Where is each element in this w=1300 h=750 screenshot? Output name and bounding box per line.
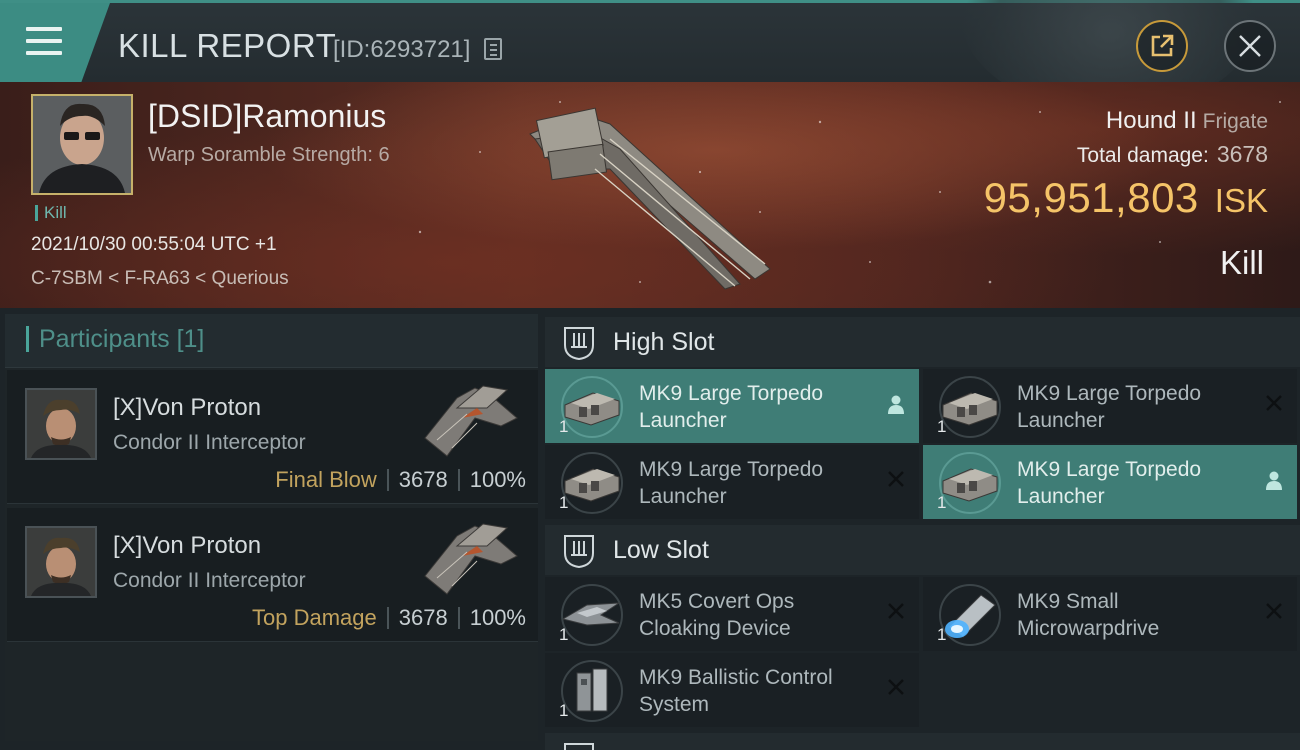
participant-ship-image xyxy=(424,523,518,595)
victim-ship-name[interactable]: Hound II xyxy=(1106,107,1197,134)
close-icon[interactable] xyxy=(1265,394,1283,412)
module-item[interactable]: 1 MK9 Large Torpedo Launcher xyxy=(545,445,919,519)
person-icon[interactable] xyxy=(887,394,905,414)
mid-slot-header xyxy=(545,733,1300,750)
participants-panel: Participants [1] [X]Von Proton Condor II… xyxy=(5,314,538,741)
mid-slot-icon xyxy=(564,743,594,750)
module-quantity: 1 xyxy=(559,701,569,720)
module-item[interactable]: 1 MK9 Large Torpedo Launcher xyxy=(923,445,1297,519)
victim-avatar[interactable] xyxy=(31,94,133,195)
victim-ship-class: Frigate xyxy=(1202,110,1268,133)
page-title: KILL REPORT xyxy=(118,27,337,64)
low-slot-header: Low Slot xyxy=(545,525,1300,575)
participant-percent: 100% xyxy=(469,467,526,492)
victim-pilot-name[interactable]: [DSID]Ramonius xyxy=(148,98,386,135)
warp-scramble-strength: Warp Soramble Strength: 6 xyxy=(148,144,390,166)
module-quantity: 1 xyxy=(559,625,569,644)
divider xyxy=(386,469,389,491)
kill-location: C-7SBM < F-RA63 < Querious xyxy=(31,268,289,289)
share-button[interactable] xyxy=(1136,20,1188,72)
participant-stats: Final Blow 3678 100% xyxy=(275,467,526,493)
participant-card[interactable]: [X]Von Proton Condor II Interceptor Top … xyxy=(7,508,538,642)
close-icon[interactable] xyxy=(887,678,905,696)
module-quantity: 1 xyxy=(937,625,947,644)
participant-card[interactable]: [X]Von Proton Condor II Interceptor Fina… xyxy=(7,370,538,504)
low-slot-icon xyxy=(564,535,594,569)
divider xyxy=(457,469,460,491)
participant-role: Final Blow xyxy=(275,467,377,492)
module-name: MK9 Ballistic Control System xyxy=(639,666,833,716)
participant-avatar[interactable] xyxy=(25,388,97,460)
low-slot-label: Low Slot xyxy=(613,536,709,564)
victim-ship: Hound II Frigate xyxy=(1106,107,1268,135)
module-quantity: 1 xyxy=(559,493,569,512)
total-damage-line: Total damage: 3678 xyxy=(1077,141,1268,168)
menu-tab[interactable] xyxy=(0,3,110,82)
module-name: MK9 Large Torpedo Launcher xyxy=(639,382,824,432)
kill-tag: Kill xyxy=(35,204,67,221)
module-quantity: 1 xyxy=(559,417,569,436)
isk-unit: ISK xyxy=(1214,182,1268,219)
share-icon xyxy=(1151,34,1174,57)
module-name: MK9 Large Torpedo Launcher xyxy=(1017,382,1202,432)
participant-ship-image xyxy=(424,385,518,457)
isk-amount: 95,951,803 xyxy=(983,174,1199,221)
module-quantity: 1 xyxy=(937,417,947,436)
close-icon[interactable] xyxy=(887,470,905,488)
divider xyxy=(386,607,389,629)
participants-count: [1] xyxy=(176,325,205,353)
module-item[interactable]: 1 MK5 Covert Ops Cloaking Device xyxy=(545,577,919,651)
module-name: MK9 Large Torpedo Launcher xyxy=(639,458,824,508)
hamburger-menu-icon[interactable] xyxy=(26,27,62,57)
module-item[interactable]: 1 MK9 Large Torpedo Launcher xyxy=(545,369,919,443)
participant-ship: Condor II Interceptor xyxy=(113,569,306,592)
person-icon[interactable] xyxy=(1265,470,1283,490)
high-slot-icon xyxy=(564,327,594,361)
module-item[interactable]: 1 MK9 Ballistic Control System xyxy=(545,653,919,727)
participant-avatar[interactable] xyxy=(25,526,97,598)
close-button[interactable] xyxy=(1224,20,1276,72)
victim-ship-image xyxy=(529,107,771,290)
module-name: MK9 Small Microwarpdrive xyxy=(1017,590,1160,640)
victim-banner: [DSID]Ramonius Warp Soramble Strength: 6… xyxy=(0,82,1300,308)
module-name: MK5 Covert Ops Cloaking Device xyxy=(639,590,795,640)
kill-result-label: Kill xyxy=(1219,244,1264,281)
module-quantity: 1 xyxy=(937,493,947,512)
copy-icon[interactable] xyxy=(484,38,502,60)
participant-damage: 3678 xyxy=(398,467,448,492)
participant-role: Top Damage xyxy=(252,605,377,630)
close-icon xyxy=(1239,35,1261,57)
isk-value-line: 95,951,803 ISK xyxy=(984,174,1268,222)
close-icon[interactable] xyxy=(1265,602,1283,620)
module-item[interactable]: 1 MK9 Large Torpedo Launcher xyxy=(923,369,1297,443)
participant-percent: 100% xyxy=(469,605,526,630)
participant-name[interactable]: [X]Von Proton xyxy=(113,532,261,560)
total-damage-value: 3678 xyxy=(1216,141,1268,167)
high-slot-label: High Slot xyxy=(613,328,715,356)
module-name: MK9 Large Torpedo Launcher xyxy=(1017,458,1202,508)
participant-ship: Condor II Interceptor xyxy=(113,431,306,454)
participant-damage: 3678 xyxy=(398,605,448,630)
participants-header: Participants [1] xyxy=(5,314,538,368)
total-damage-label: Total damage: xyxy=(1076,144,1209,167)
participant-stats: Top Damage 3678 100% xyxy=(252,605,526,631)
kill-datetime: 2021/10/30 00:55:04 UTC +1 xyxy=(31,234,277,255)
module-item[interactable]: 1 MK9 Small Microwarpdrive xyxy=(923,577,1297,651)
participants-title-text: Participants xyxy=(39,325,170,353)
participants-title: Participants [1] xyxy=(26,326,204,352)
participant-name[interactable]: [X]Von Proton xyxy=(113,394,261,422)
top-bar: KILL REPORT [ID:6293721] xyxy=(0,0,1300,113)
divider xyxy=(457,607,460,629)
report-id: [ID:6293721] xyxy=(333,36,471,63)
high-slot-header: High Slot xyxy=(545,317,1300,367)
close-icon[interactable] xyxy=(887,602,905,620)
